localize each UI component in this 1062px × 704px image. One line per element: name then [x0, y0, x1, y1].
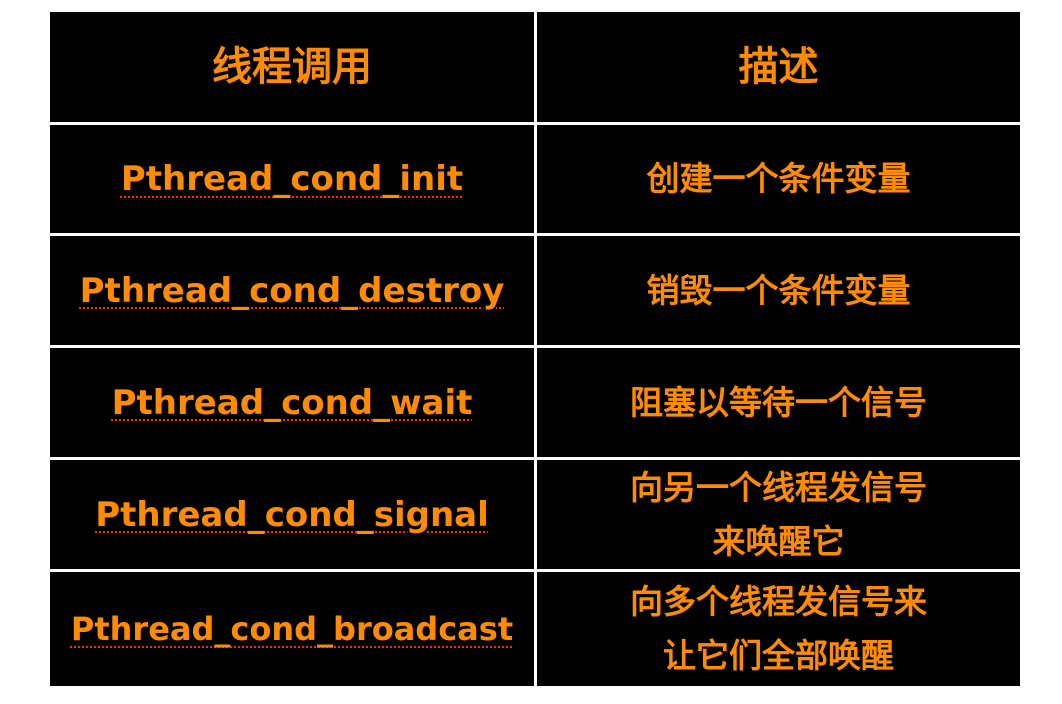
description-cell: 向另一个线程发信号 来唤醒它	[537, 460, 1020, 569]
function-description: 销毁一个条件变量	[646, 270, 911, 310]
description-cell: 创建一个条件变量	[537, 125, 1020, 233]
header-cell-description: 描述	[537, 12, 1020, 122]
header-call-label: 线程调用	[212, 44, 372, 90]
call-cell: Pthread_cond_broadcast	[50, 572, 534, 686]
function-description: 向多个线程发信号来 让它们全部唤醒	[630, 582, 927, 675]
function-name: Pthread_cond_signal	[95, 494, 489, 535]
function-name: Pthread_cond_destroy	[79, 270, 505, 311]
pthread-cond-table: 线程调用 描述 Pthread_cond_init 创建一个条件变量 Pthre…	[50, 12, 1020, 686]
call-cell: Pthread_cond_init	[50, 125, 534, 233]
column-divider	[534, 12, 537, 686]
call-cell: Pthread_cond_signal	[50, 460, 534, 569]
function-description: 创建一个条件变量	[646, 159, 911, 198]
function-description: 向另一个线程发信号 来唤醒它	[630, 467, 927, 561]
function-name: Pthread_cond_wait	[111, 382, 473, 423]
header-description-label: 描述	[738, 44, 819, 90]
function-name: Pthread_cond_broadcast	[70, 610, 514, 648]
header-cell-call: 线程调用	[50, 12, 534, 122]
function-description: 阻塞以等待一个信号	[630, 382, 927, 422]
call-cell: Pthread_cond_wait	[50, 348, 534, 457]
description-cell: 销毁一个条件变量	[537, 236, 1020, 345]
function-name: Pthread_cond_init	[120, 159, 464, 199]
description-cell: 向多个线程发信号来 让它们全部唤醒	[537, 572, 1020, 686]
call-cell: Pthread_cond_destroy	[50, 236, 534, 345]
description-cell: 阻塞以等待一个信号	[537, 348, 1020, 457]
